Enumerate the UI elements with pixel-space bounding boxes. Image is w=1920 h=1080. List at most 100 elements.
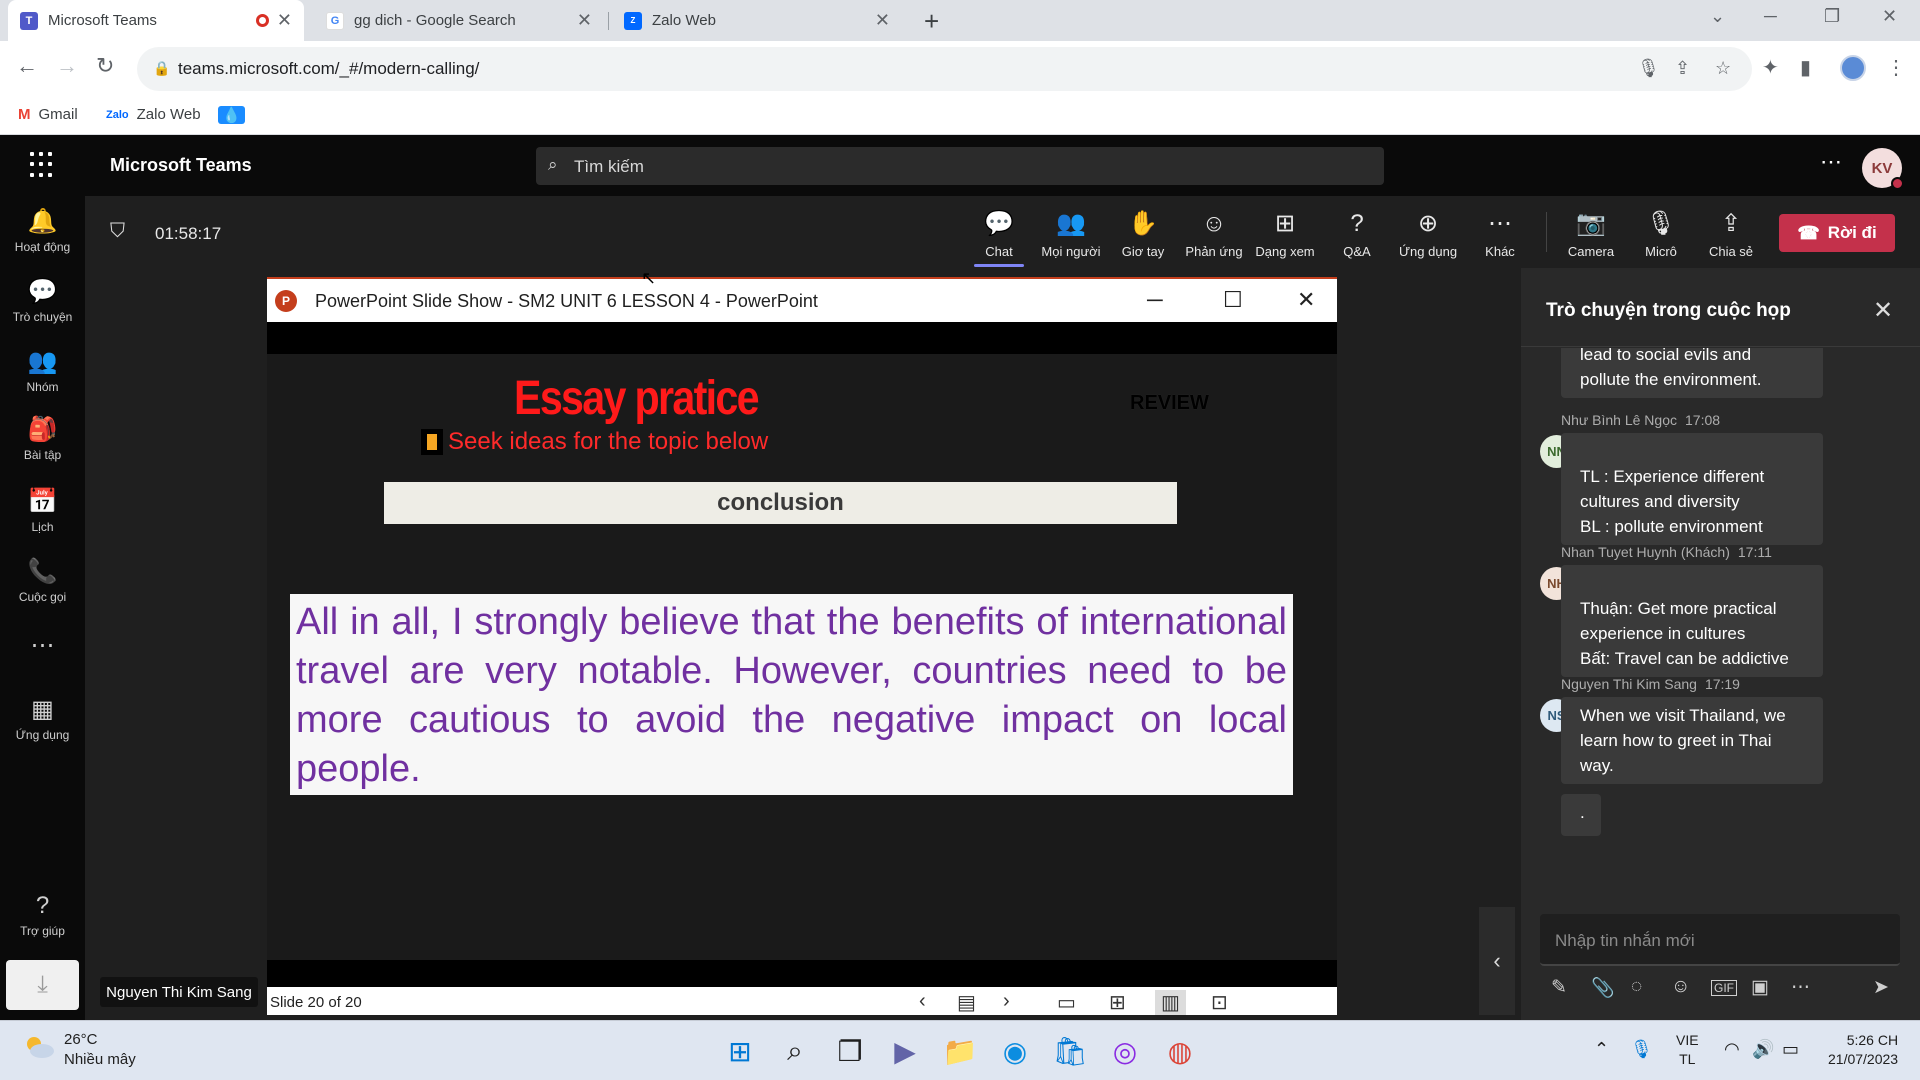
rail-item-teams[interactable]: 👥 Nhóm [0,348,85,394]
emoji-icon[interactable]: ☺ [1671,976,1690,998]
close-window-icon[interactable]: ✕ [1882,6,1897,27]
tab-google-search[interactable]: G gg dich - Google Search ✕ [314,0,604,41]
chat-icon: 💬 [27,278,58,305]
sticker-icon[interactable]: ▣ [1751,976,1769,999]
more-icon[interactable]: ⋯ [1820,149,1843,175]
back-icon[interactable]: ← [16,53,38,79]
minimize-icon[interactable]: ─ [1147,287,1163,313]
wifi-icon[interactable]: ◠ [1724,1039,1740,1060]
mic-button[interactable]: 🎙 Micrô [1626,210,1696,259]
leave-button[interactable]: ☎ Rời đi [1779,214,1895,252]
file-explorer-icon[interactable]: 📁 [942,1033,978,1069]
user-avatar[interactable]: KV [1862,148,1904,190]
tray-chevron-icon[interactable]: ⌃ [1594,1039,1609,1060]
url-text[interactable]: teams.microsoft.com/_#/modern-calling/ [178,59,479,79]
slide-sorter-icon[interactable]: ⊞ [1109,990,1126,1015]
apps-button[interactable]: ⊕ Ứng dụng [1393,210,1463,259]
store-icon[interactable]: 🛍 [1052,1033,1088,1069]
rail-item-activity[interactable]: 🔔 Hoạt động [0,208,85,254]
bookmark-zalo-web[interactable]: Zalo Zalo Web [106,106,201,123]
gif-icon[interactable]: GIF [1711,980,1737,996]
bookmark-star-icon[interactable]: ☆ [1715,58,1731,79]
edge-icon[interactable]: ◉ [997,1033,1033,1069]
minimize-icon[interactable]: ─ [1764,6,1777,27]
message-list[interactable]: lead to social evils and pollute the env… [1521,348,1920,908]
cloudy-weather-icon[interactable] [22,1034,56,1060]
new-tab-button[interactable]: + [924,6,939,37]
download-icon[interactable]: ⤓ [6,960,79,1010]
bookmark-gmail[interactable]: M Gmail [18,106,78,123]
notes-icon[interactable]: ▤ [957,990,976,1015]
reading-view-icon[interactable]: ▥ [1155,990,1186,1015]
reload-icon[interactable]: ↻ [96,53,114,79]
share-button[interactable]: ⇪ Chia sẻ [1696,210,1766,259]
presence-busy-icon [1891,177,1904,190]
share-icon[interactable]: ⇪ [1675,58,1690,79]
mic-icon[interactable]: 🎙 [1630,1039,1653,1060]
forward-icon[interactable]: → [56,53,78,79]
tab-microsoft-teams[interactable]: T Microsoft Teams ✕ [8,0,304,41]
tab-search-chevron-icon[interactable]: ⌄ [1710,6,1725,27]
browser-menu-icon[interactable]: ⋮ [1886,55,1906,80]
system-clock[interactable]: 5:26 CH 21/07/2023 [1828,1031,1898,1069]
mic-icon[interactable]: 🎙 [1637,58,1660,79]
volume-icon[interactable]: 🔊 [1752,1039,1774,1060]
tab-title: Zalo Web [652,12,716,29]
more-actions-button[interactable]: ⋯ Khác [1465,210,1535,259]
rail-item-apps[interactable]: ▦ Ứng dụng [0,696,85,742]
more-icon[interactable]: ⋯ [1791,976,1810,999]
close-tab-icon[interactable]: ✕ [277,10,292,31]
browser-profile-avatar[interactable] [1840,55,1866,81]
keyboard-code: TL [1679,1051,1696,1067]
rail-item-assignments[interactable]: 🎒 Bài tập [0,416,85,462]
restore-icon[interactable]: ❐ [1824,6,1840,27]
close-icon[interactable]: ✕ [1873,296,1893,325]
input-language[interactable]: VIE TL [1676,1031,1699,1069]
chrome-icon[interactable]: ◍ [1162,1033,1198,1069]
send-icon[interactable]: ➤ [1873,976,1889,999]
search-icon[interactable]: ⌕ [777,1033,813,1069]
slideshow-icon[interactable]: ⊡ [1211,990,1228,1015]
teams-favicon-icon: T [20,11,38,30]
side-panel-icon[interactable]: ▮ [1800,55,1811,80]
qa-button[interactable]: ? Q&A [1322,210,1392,259]
view-button[interactable]: ⊞ Dạng xem [1250,210,1320,259]
next-slide-icon[interactable]: › [1003,990,1010,1013]
collapse-chevron-icon[interactable]: ‹ [1479,907,1515,1015]
raise-hand-button[interactable]: ✋ Giơ tay [1108,210,1178,259]
app-icon[interactable]: ◎ [1107,1033,1143,1069]
weather-temperature[interactable]: 26°C [64,1031,98,1048]
bookmark-drop[interactable]: 💧 [218,106,253,124]
reactions-button[interactable]: ☺ Phản ứng [1179,210,1249,259]
people-button[interactable]: 👥 Mọi người [1036,210,1106,259]
start-icon[interactable]: ⊞ [722,1033,758,1069]
tab-zalo-web[interactable]: Z Zalo Web ✕ [612,0,902,41]
previous-slide-icon[interactable]: ‹ [919,990,926,1013]
lock-icon[interactable]: 🔒 [153,60,170,77]
rail-item-help[interactable]: ? Trợ giúp [0,892,85,938]
task-view-icon[interactable]: ❐ [832,1033,868,1069]
weather-description[interactable]: Nhiều mây [64,1051,136,1068]
battery-icon[interactable]: ▭ [1782,1039,1799,1060]
address-bar[interactable]: 🔒 teams.microsoft.com/_#/modern-calling/… [137,47,1752,91]
close-tab-icon[interactable]: ✕ [577,10,592,31]
close-tab-icon[interactable]: ✕ [875,10,890,31]
format-icon[interactable]: ✎ [1551,976,1567,999]
extensions-icon[interactable]: ✦ [1762,55,1779,80]
compose-message-input[interactable]: Nhập tin nhắn mới [1540,914,1900,966]
teams-search-input[interactable]: ⌕ Tìm kiếm [536,147,1384,185]
app-launcher-icon[interactable] [30,152,56,178]
maximize-icon[interactable]: ☐ [1223,287,1243,313]
attach-icon[interactable]: 📎 [1591,976,1615,1000]
normal-view-icon[interactable]: ▭ [1057,990,1076,1015]
loop-icon[interactable]: ◌ [1631,976,1642,998]
rail-item-calendar[interactable]: 📅 Lịch [0,488,85,534]
chat-button[interactable]: 💬 Chat [964,210,1034,267]
presenter-name-tag: Nguyen Thi Kim Sang [100,977,258,1007]
rail-item-calls[interactable]: 📞 Cuộc gọi [0,558,85,604]
camera-button[interactable]: 📷 Camera [1556,210,1626,259]
rail-item-chat[interactable]: 💬 Trò chuyện [0,278,85,324]
close-icon[interactable]: ✕ [1297,287,1315,313]
teams-chat-icon[interactable]: ▶ [887,1033,923,1069]
rail-item-more[interactable]: ⋯ [0,632,85,664]
